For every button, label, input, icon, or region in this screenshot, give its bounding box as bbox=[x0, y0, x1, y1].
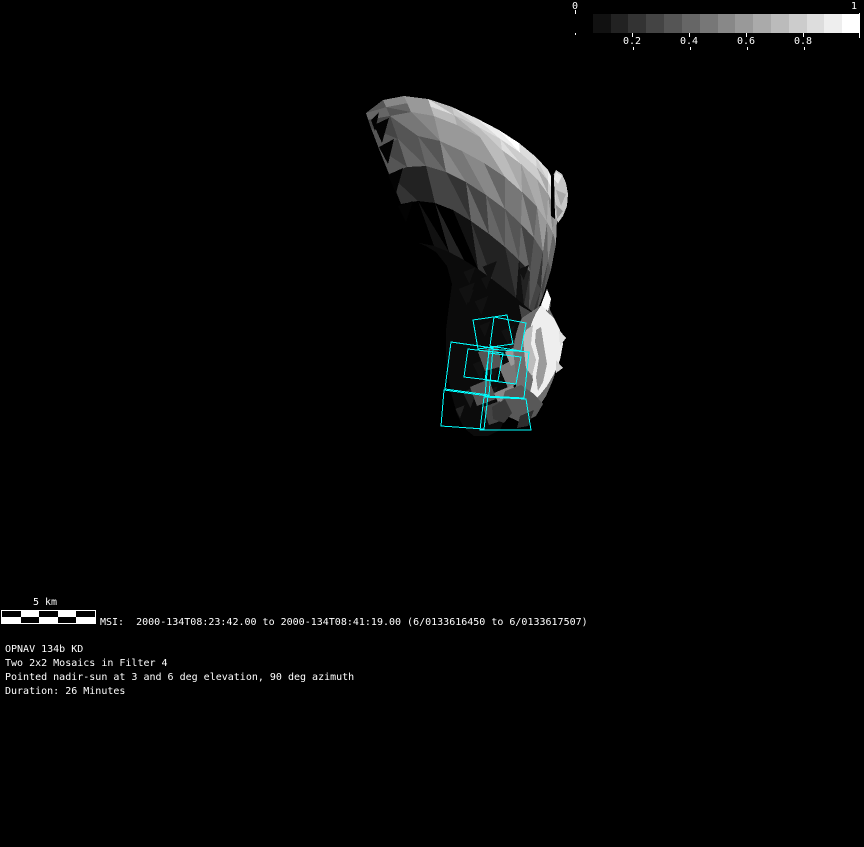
scalebar-cell bbox=[76, 617, 95, 623]
colorbar-cell bbox=[575, 14, 593, 33]
asteroid-render bbox=[0, 0, 864, 847]
info-line-duration: Duration: 26 Minutes bbox=[5, 686, 125, 697]
info-line-mosaics: Two 2x2 Mosaics in Filter 4 bbox=[5, 658, 168, 669]
colorbar-cell bbox=[718, 14, 736, 33]
colorbar-gradient bbox=[575, 14, 860, 33]
colorbar-tick-label: 0.2 bbox=[623, 36, 641, 47]
colorbar-cell bbox=[735, 14, 753, 33]
colorbar-tick-label: 0.4 bbox=[680, 36, 698, 47]
viewport: 0 1 0.20.40.60.8 5 km MSI: 2000-134T08:2… bbox=[0, 0, 864, 847]
colorbar-cell bbox=[789, 14, 807, 33]
colorbar-subtick bbox=[633, 47, 634, 50]
scalebar-cell bbox=[39, 617, 58, 623]
scalebar-cell bbox=[21, 617, 40, 623]
info-line-opnav: OPNAV 134b KD bbox=[5, 644, 83, 655]
colorbar-cell bbox=[824, 14, 842, 33]
info-line-pointing: Pointed nadir-sun at 3 and 6 deg elevati… bbox=[5, 672, 354, 683]
colorbar-cell bbox=[682, 14, 700, 33]
colorbar-tick-label: 0.8 bbox=[794, 36, 812, 47]
scalebar-cell bbox=[58, 617, 77, 623]
scalebar-checkerboard bbox=[1, 610, 96, 624]
colorbar-cell bbox=[700, 14, 718, 33]
status-line: MSI: 2000-134T08:23:42.00 to 2000-134T08… bbox=[100, 617, 588, 629]
colorbar-cell bbox=[753, 14, 771, 33]
colorbar-cell bbox=[771, 14, 789, 33]
scalebar-cell bbox=[2, 617, 21, 623]
colorbar-cell bbox=[807, 14, 825, 33]
colorbar-cell bbox=[593, 14, 611, 33]
colorbar-cell bbox=[842, 14, 860, 33]
colorbar-cell bbox=[628, 14, 646, 33]
colorbar-subtick bbox=[690, 47, 691, 50]
scalebar-label: 5 km bbox=[33, 597, 57, 608]
asteroid-shape-model bbox=[366, 96, 568, 436]
colorbar-subtick bbox=[804, 47, 805, 50]
colorbar-tick-label: 0.6 bbox=[737, 36, 755, 47]
colorbar-cell bbox=[664, 14, 682, 33]
colorbar-cell bbox=[646, 14, 664, 33]
colorbar-max-label: 1 bbox=[851, 1, 857, 12]
colorbar-subtick bbox=[747, 47, 748, 50]
facet bbox=[556, 360, 563, 373]
colorbar-cell bbox=[611, 14, 629, 33]
